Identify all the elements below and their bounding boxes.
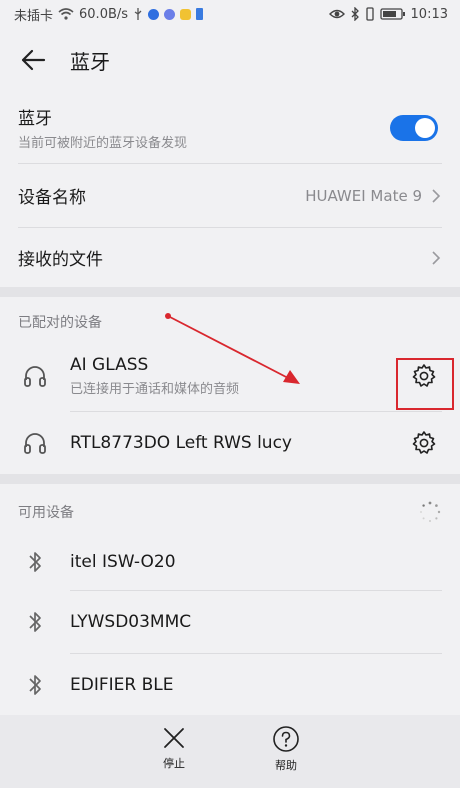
annotation-highlight-box [396, 358, 454, 410]
eye-icon [328, 9, 345, 19]
paired-device-row[interactable]: AI GLASS 已连接用于通话和媒体的音频 [0, 341, 460, 411]
app-notification-icon [180, 8, 192, 20]
device-name-row[interactable]: 设备名称 HUAWEI Mate 9 [0, 164, 460, 227]
app-notification-icon [164, 8, 176, 20]
paired-devices-header: 已配对的设备 [0, 297, 460, 341]
headset-icon [24, 366, 46, 387]
back-button[interactable] [18, 45, 48, 75]
battery-saver-icon [196, 8, 204, 20]
stop-label: 停止 [163, 757, 185, 770]
status-bar: 未插卡 60.0B/s 10:13 [0, 0, 460, 28]
chevron-right-icon [432, 188, 441, 203]
available-device-row[interactable]: itel ISW-O20 [0, 534, 460, 590]
available-devices-header: 可用设备 [0, 484, 460, 534]
device-name: RTL8773DO Left RWS lucy [70, 433, 292, 453]
device-name-value: HUAWEI Mate 9 [305, 186, 422, 205]
available-header-label: 可用设备 [18, 505, 74, 521]
app-bar: 蓝牙 [0, 28, 460, 92]
bluetooth-settings-section: 蓝牙 当前可被附近的蓝牙设备发现 设备名称 HUAWEI Mate 9 接收的文… [0, 92, 460, 287]
device-settings-button[interactable] [406, 425, 442, 461]
paired-devices-section: 已配对的设备 AI GLASS 已连接用于通话和媒体的音频 RTL8773DO … [0, 297, 460, 474]
battery-icon [379, 8, 405, 20]
bluetooth-toggle[interactable] [390, 114, 438, 141]
wifi-icon [58, 8, 74, 20]
bluetooth-status-icon [351, 7, 359, 21]
device-name: AI GLASS [70, 355, 149, 375]
gear-icon [412, 431, 436, 454]
bluetooth-icon [29, 612, 41, 632]
usb-icon [134, 8, 142, 20]
clock: 10:13 [410, 6, 448, 22]
carrier-text: 未插卡 [14, 8, 54, 24]
help-label: 帮助 [275, 759, 297, 772]
device-name-label: 设备名称 [18, 188, 86, 208]
help-icon [273, 726, 299, 752]
paired-device-row[interactable]: RTL8773DO Left RWS lucy [0, 412, 460, 474]
stop-button[interactable]: 停止 [152, 725, 196, 788]
available-devices-section: 可用设备 itel ISW-O20 LYWSD03MMC EDIFIER BLE [0, 484, 460, 716]
app-notification-icon [148, 8, 160, 20]
chevron-right-icon [432, 250, 441, 265]
close-icon [164, 728, 184, 748]
device-status: 已连接用于通话和媒体的音频 [70, 382, 240, 397]
help-button[interactable]: 帮助 [264, 725, 308, 788]
network-speed: 60.0B/s [79, 6, 129, 22]
bluetooth-icon [29, 675, 41, 695]
loading-spinner-icon [420, 501, 441, 522]
page-title: 蓝牙 [70, 49, 110, 74]
vibrate-icon [365, 7, 374, 21]
headset-icon [24, 433, 46, 454]
received-files-row[interactable]: 接收的文件 [0, 228, 460, 287]
bottom-action-bar: 停止 帮助 [0, 715, 460, 788]
bluetooth-icon [29, 552, 41, 572]
device-name: itel ISW-O20 [70, 552, 176, 572]
received-files-label: 接收的文件 [18, 250, 103, 270]
available-device-row[interactable]: EDIFIER BLE [0, 654, 460, 716]
device-name: LYWSD03MMC [70, 612, 192, 632]
available-device-row[interactable]: LYWSD03MMC [0, 591, 460, 653]
bluetooth-title: 蓝牙 [18, 109, 52, 129]
bluetooth-subtitle: 当前可被附近的蓝牙设备发现 [18, 136, 188, 151]
device-name: EDIFIER BLE [70, 675, 174, 695]
bluetooth-toggle-row[interactable]: 蓝牙 当前可被附近的蓝牙设备发现 [0, 92, 460, 163]
paired-header-label: 已配对的设备 [18, 315, 102, 331]
arrow-left-icon [21, 49, 46, 71]
